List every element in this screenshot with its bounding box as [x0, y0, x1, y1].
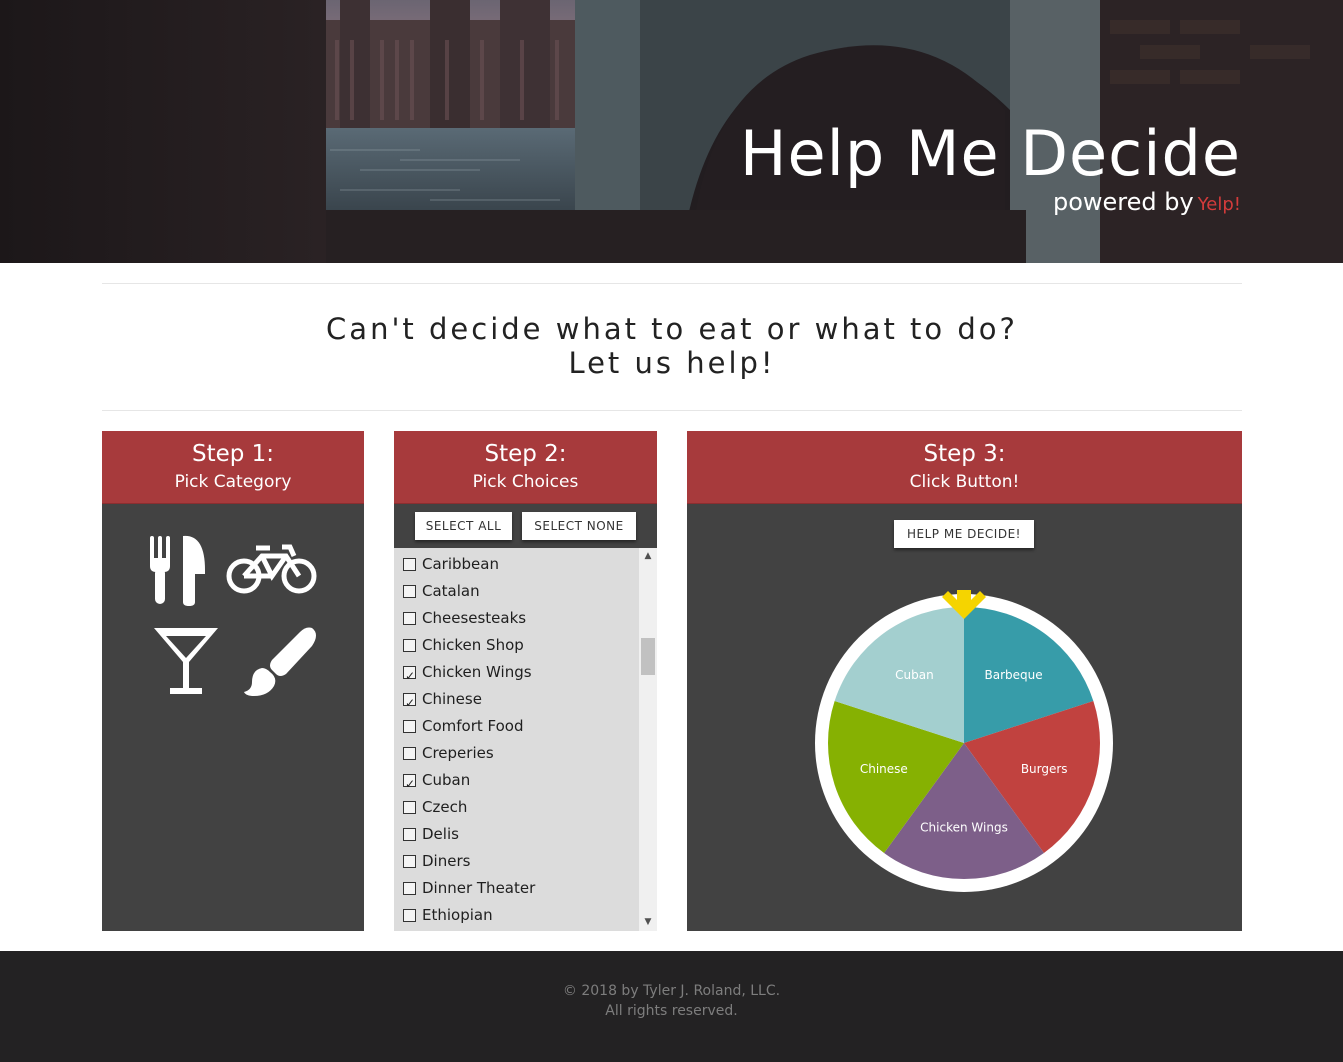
step1-header: Step 1: Pick Category	[102, 431, 364, 504]
step1-panel: Step 1: Pick Category	[102, 431, 364, 931]
scroll-up-icon[interactable]: ▲	[639, 548, 657, 565]
choice-item[interactable]: Comfort Food	[403, 713, 633, 740]
choice-item[interactable]: Czech	[403, 794, 633, 821]
choice-label: Delis	[422, 825, 459, 843]
step3-header: Step 3: Click Button!	[687, 431, 1242, 504]
paintbrush-icon[interactable]	[242, 626, 318, 698]
choice-label: Chicken Shop	[422, 636, 524, 654]
choice-label: Diners	[422, 852, 471, 870]
powered-by-label: powered by Yelp!	[1053, 186, 1241, 221]
select-none-button[interactable]: SELECT NONE	[522, 512, 636, 540]
decision-wheel[interactable]: Barbeque Burgers Chicken Wings Chinese Cuban	[808, 590, 1120, 898]
help-me-decide-button[interactable]: HELP ME DECIDE!	[894, 520, 1034, 548]
choices-scrollbar[interactable]: ▲ ▼	[639, 548, 657, 931]
wheel-slice-label: Burgers	[1021, 762, 1068, 776]
choice-item[interactable]: Delis	[403, 821, 633, 848]
choice-checkbox[interactable]	[403, 558, 416, 571]
choice-item[interactable]: Catalan	[403, 578, 633, 605]
fork-knife-icon[interactable]	[147, 534, 207, 606]
choice-item[interactable]: Diners	[403, 848, 633, 875]
choice-checkbox[interactable]	[403, 639, 416, 652]
choice-checkbox[interactable]	[403, 690, 416, 717]
category-grid	[102, 504, 364, 704]
choice-label: Cuban	[422, 771, 471, 789]
choice-checkbox[interactable]	[403, 771, 416, 798]
step3-panel: Step 3: Click Button! HELP ME DECIDE! Ba…	[687, 431, 1242, 931]
select-all-button[interactable]: SELECT ALL	[415, 512, 512, 540]
yelp-link[interactable]: Yelp!	[1198, 194, 1241, 215]
choice-label: Cheesesteaks	[422, 609, 527, 627]
scroll-thumb[interactable]	[641, 638, 655, 675]
choice-label: Caribbean	[422, 555, 499, 573]
step1-title: Step 1:	[191, 441, 275, 467]
choice-checkbox[interactable]	[403, 747, 416, 760]
choice-checkbox[interactable]	[403, 828, 416, 841]
choice-label: Comfort Food	[422, 717, 524, 735]
choice-item[interactable]: Chicken Wings	[403, 659, 633, 690]
choice-item[interactable]: Dinner Theater	[403, 875, 633, 902]
choice-checkbox[interactable]	[403, 855, 416, 868]
choice-checkbox[interactable]	[403, 882, 416, 895]
choice-item[interactable]: Chinese	[403, 686, 633, 717]
step2-title: Step 2:	[484, 441, 567, 467]
intro-line-1: Can't decide what to eat or what to do?	[326, 312, 1018, 346]
choice-label: Ethiopian	[422, 906, 493, 924]
choice-label: Czech	[422, 798, 468, 816]
choice-checkbox[interactable]	[403, 585, 416, 598]
step3-subtitle: Click Button!	[909, 472, 1020, 492]
wheel-slice-label: Chinese	[860, 762, 908, 776]
wheel-slice-label: Chicken Wings	[920, 820, 1008, 834]
choices-list: Caribbean Catalan Cheesesteaks Chicken Shop…	[394, 548, 639, 931]
choice-checkbox[interactable]	[403, 801, 416, 814]
step2-panel: Step 2: Pick Choices SELECT ALL SELECT N…	[394, 431, 657, 931]
divider-top	[102, 283, 1242, 284]
powered-by-text: powered by	[1052, 188, 1194, 216]
intro-line-2: Let us help!	[568, 346, 776, 380]
step2-header: Step 2: Pick Choices	[394, 431, 657, 504]
choices-list-container: Caribbean Catalan Cheesesteaks Chicken Shop…	[394, 548, 657, 931]
choice-checkbox[interactable]	[403, 663, 416, 690]
wheel-slice-label: Cuban	[895, 668, 934, 682]
scroll-down-icon[interactable]: ▼	[639, 914, 657, 931]
choice-item[interactable]: Cheesesteaks	[403, 605, 633, 632]
choice-item[interactable]: Caribbean	[403, 551, 633, 578]
footer-copyright: © 2018 by Tyler J. Roland, LLC.	[562, 983, 781, 999]
choice-item[interactable]: Chicken Shop	[403, 632, 633, 659]
footer-rights: All rights reserved.	[605, 1003, 738, 1019]
hero-banner: Help Me Decide powered by Yelp!	[0, 0, 1343, 263]
choice-checkbox[interactable]	[403, 909, 416, 922]
choice-item[interactable]: Cuban	[403, 767, 633, 798]
choice-item[interactable]: Creperies	[403, 740, 633, 767]
choice-checkbox[interactable]	[403, 612, 416, 625]
cocktail-icon[interactable]	[154, 628, 218, 696]
step3-title: Step 3:	[923, 441, 1006, 467]
choice-label: Catalan	[422, 582, 480, 600]
step2-subtitle: Pick Choices	[472, 472, 579, 492]
footer: © 2018 by Tyler J. Roland, LLC. All righ…	[0, 951, 1343, 1062]
bicycle-icon[interactable]	[226, 542, 318, 596]
choice-item[interactable]: Ethiopian	[403, 902, 633, 929]
choice-label: Dinner Theater	[422, 879, 536, 897]
divider-bottom	[102, 410, 1242, 411]
page-title: Help Me Decide	[739, 117, 1241, 190]
step1-subtitle: Pick Category	[174, 472, 292, 492]
choice-checkbox[interactable]	[403, 720, 416, 733]
choice-label: Creperies	[422, 744, 494, 762]
choice-label: Chicken Wings	[422, 663, 532, 681]
wheel-slice-label: Barbeque	[984, 668, 1042, 682]
choice-label: Chinese	[422, 690, 482, 708]
intro-heading: Can't decide what to eat or what to do? …	[102, 312, 1242, 380]
